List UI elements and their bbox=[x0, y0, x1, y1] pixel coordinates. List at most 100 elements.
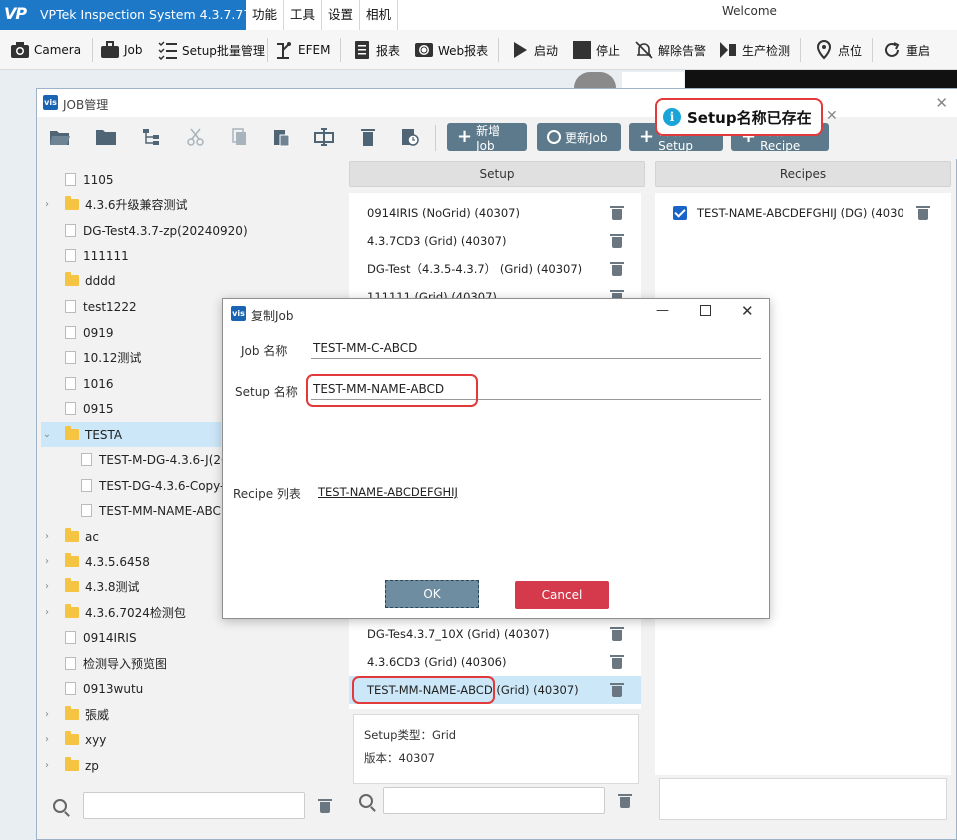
main-toolbar: Camera Job Setup批量管理 EFEM 报表 Web报表 启动 停止… bbox=[0, 30, 957, 70]
recipe-item-label[interactable]: TEST-NAME-ABCDEFGHIJ (DG) (40307 bbox=[697, 206, 903, 220]
restart-label: 重启 bbox=[906, 43, 931, 58]
production-icon bbox=[718, 40, 738, 60]
search-icon[interactable] bbox=[359, 794, 373, 808]
paste-icon[interactable] bbox=[271, 127, 293, 147]
tree-item[interactable]: 检测导入预览图 bbox=[41, 651, 341, 676]
tree-item-selected[interactable]: ⌄ TESTA bbox=[41, 422, 221, 447]
trash-icon[interactable] bbox=[318, 799, 332, 813]
file-icon bbox=[81, 479, 92, 492]
chevron-right-icon[interactable]: › bbox=[41, 556, 53, 567]
folder-icon[interactable] bbox=[95, 127, 117, 147]
tree-structure-icon[interactable] bbox=[141, 127, 163, 147]
background-avatar bbox=[574, 72, 616, 88]
ok-button[interactable]: OK bbox=[385, 580, 479, 608]
file-icon bbox=[81, 453, 92, 466]
search-icon[interactable] bbox=[53, 799, 67, 813]
setup-batch-label: Setup批量管理 bbox=[182, 43, 265, 58]
scissors-icon[interactable] bbox=[185, 127, 207, 147]
chevron-right-icon[interactable]: › bbox=[41, 734, 53, 745]
tree-item[interactable]: dddd bbox=[41, 268, 341, 293]
setup-search-input[interactable] bbox=[383, 787, 605, 814]
restart-button[interactable]: 重启 bbox=[882, 30, 930, 70]
menu-function[interactable]: 功能 bbox=[246, 0, 285, 30]
job-button[interactable]: Job bbox=[100, 30, 143, 70]
chevron-right-icon[interactable]: › bbox=[41, 531, 53, 542]
open-folder-icon[interactable] bbox=[49, 127, 71, 147]
copy-icon[interactable] bbox=[229, 127, 251, 147]
trash-icon[interactable] bbox=[610, 655, 624, 669]
trash-icon[interactable] bbox=[610, 234, 624, 248]
chevron-right-icon[interactable]: › bbox=[41, 709, 53, 720]
welcome-text: Welcome bbox=[722, 4, 777, 18]
tree-search-input[interactable] bbox=[83, 792, 305, 819]
tree-item[interactable]: 111111 bbox=[41, 243, 341, 268]
tree-item[interactable]: › zp bbox=[41, 753, 341, 778]
setup-item[interactable]: 4.3.7CD3 (Grid) (40307) bbox=[349, 227, 641, 255]
tree-item[interactable]: 0914IRIS bbox=[41, 625, 341, 650]
tree-item[interactable]: › xyy bbox=[41, 727, 341, 752]
recipe-link[interactable]: TEST-NAME-ABCDEFGHIJ bbox=[318, 485, 458, 499]
folder-icon bbox=[65, 553, 79, 567]
tree-item[interactable]: 1105 bbox=[41, 167, 341, 192]
clear-alarm-button[interactable]: 解除告警 bbox=[634, 30, 706, 70]
tree-item[interactable]: 0913wutu bbox=[41, 676, 341, 701]
stop-button[interactable]: 停止 bbox=[572, 30, 620, 70]
maximize-icon[interactable] bbox=[700, 305, 711, 316]
stop-label: 停止 bbox=[596, 43, 621, 58]
chevron-right-icon[interactable]: › bbox=[41, 199, 53, 210]
close-icon[interactable]: ✕ bbox=[741, 302, 754, 320]
setup-item[interactable]: 0914IRIS (NoGrid) (40307) bbox=[349, 199, 641, 227]
menu-tools[interactable]: 工具 bbox=[284, 0, 323, 30]
minimize-icon[interactable]: — bbox=[656, 303, 669, 318]
new-job-button[interactable]: + 新增Job bbox=[447, 123, 527, 153]
setup-batch-button[interactable]: Setup批量管理 bbox=[158, 30, 265, 70]
update-job-button[interactable]: 更新Job bbox=[537, 123, 621, 151]
close-icon[interactable]: ✕ bbox=[935, 94, 948, 112]
history-icon[interactable] bbox=[399, 127, 421, 147]
production-inspect-button[interactable]: 生产检测 bbox=[718, 30, 790, 70]
camera-icon bbox=[10, 40, 30, 60]
trash-icon[interactable] bbox=[916, 206, 930, 220]
trash-icon[interactable] bbox=[610, 206, 624, 220]
camera-button[interactable]: Camera bbox=[10, 30, 81, 70]
file-icon bbox=[65, 300, 76, 313]
app-title: VPTek Inspection System 4.3.7.7755 bbox=[40, 7, 268, 22]
setup-column-header: Setup bbox=[349, 161, 645, 187]
point-button[interactable]: 点位 bbox=[814, 30, 862, 70]
web-report-button[interactable]: Web报表 bbox=[414, 30, 488, 70]
tree-item[interactable]: › 4.3.6升级兼容测试 bbox=[41, 192, 341, 217]
chevron-right-icon[interactable]: › bbox=[41, 581, 53, 592]
file-icon bbox=[81, 504, 92, 517]
report-button[interactable]: 报表 bbox=[352, 30, 400, 70]
file-icon bbox=[65, 682, 76, 695]
clear-alarm-label: 解除告警 bbox=[658, 43, 707, 58]
menu-settings[interactable]: 设置 bbox=[322, 0, 361, 30]
menu-camera[interactable]: 相机 bbox=[360, 0, 399, 30]
chevron-down-icon[interactable]: ⌄ bbox=[41, 429, 53, 440]
recipe-checkbox[interactable] bbox=[673, 206, 687, 220]
tree-item[interactable]: › 張威 bbox=[41, 702, 341, 727]
cancel-button[interactable]: Cancel bbox=[515, 581, 609, 609]
setup-item[interactable]: DG-Test（4.3.5-4.3.7） (Grid) (40307) bbox=[349, 255, 641, 283]
close-icon[interactable]: ✕ bbox=[826, 108, 838, 124]
efem-button[interactable]: EFEM bbox=[274, 30, 330, 70]
trash-icon[interactable] bbox=[610, 683, 624, 697]
job-name-input[interactable] bbox=[311, 337, 761, 359]
file-icon bbox=[65, 249, 76, 262]
info-icon: i bbox=[663, 108, 681, 126]
trash-icon[interactable] bbox=[610, 627, 624, 641]
tree-item[interactable]: DG-Test4.3.7-zp(20240920) bbox=[41, 218, 341, 243]
error-toast: i Setup名称已存在 bbox=[655, 98, 823, 136]
chevron-right-icon[interactable]: › bbox=[41, 760, 53, 771]
rename-icon[interactable] bbox=[313, 127, 335, 147]
setup-item[interactable]: DG-Tes4.3.7_10X (Grid) (40307) bbox=[349, 620, 641, 648]
job-window-title: JOB管理 bbox=[63, 98, 109, 112]
clock-icon bbox=[547, 130, 561, 144]
trash-icon[interactable] bbox=[618, 794, 632, 808]
setup-item[interactable]: 4.3.6CD3 (Grid) (40306) bbox=[349, 648, 641, 676]
toolbar-divider bbox=[872, 38, 873, 62]
chevron-right-icon[interactable]: › bbox=[41, 607, 53, 618]
delete-icon[interactable] bbox=[357, 127, 379, 147]
start-button[interactable]: 启动 bbox=[510, 30, 558, 70]
trash-icon[interactable] bbox=[610, 262, 624, 276]
